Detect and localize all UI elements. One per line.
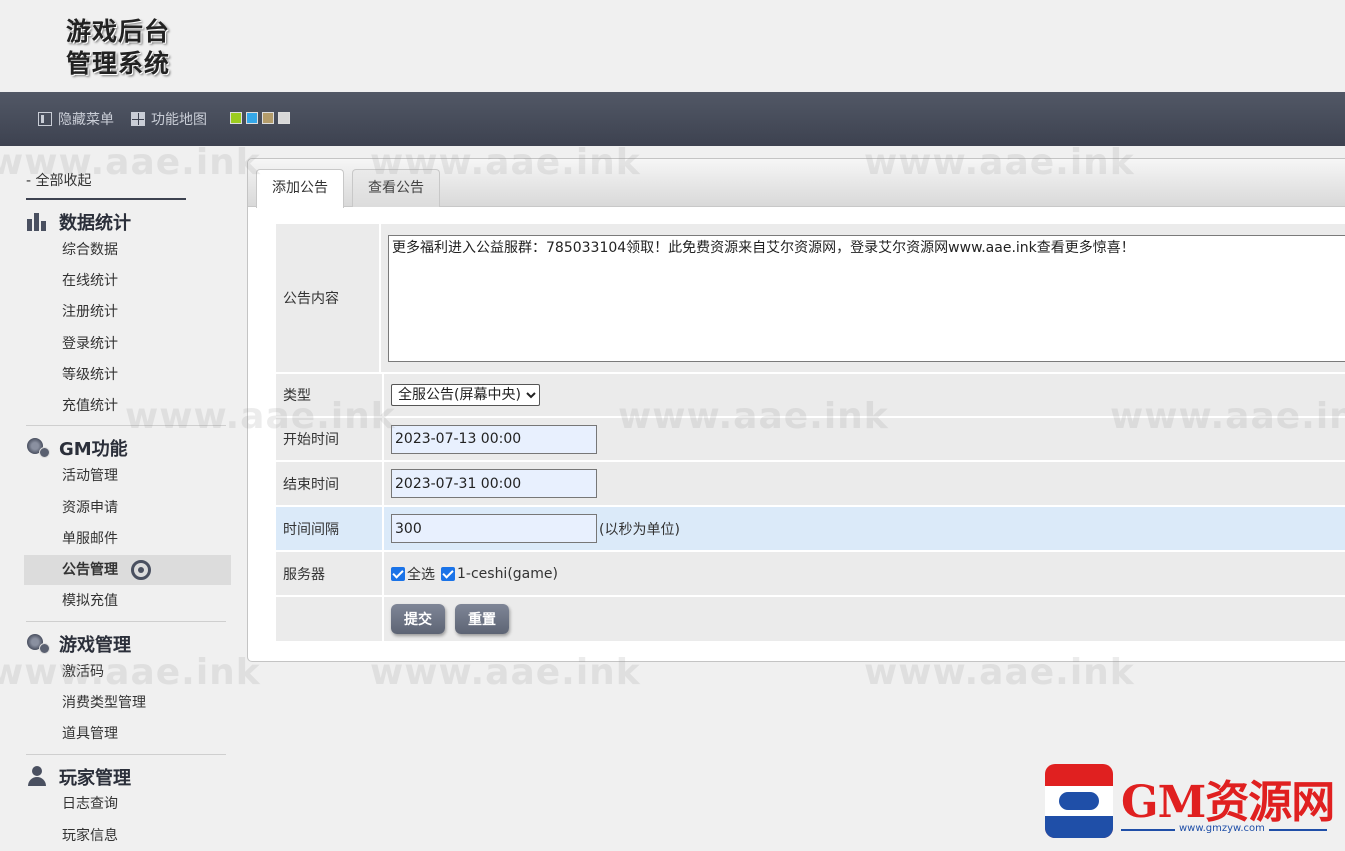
- sidebar-item-online-stats[interactable]: 在线统计: [62, 270, 118, 292]
- grid-icon: [131, 112, 145, 126]
- function-map-label: 功能地图: [151, 112, 207, 128]
- start-time-label: 开始时间: [276, 418, 382, 460]
- interval-label: 时间间隔: [276, 507, 382, 550]
- sidebar-item-mock-recharge[interactable]: 模拟充值: [62, 590, 118, 612]
- divider: [26, 198, 186, 200]
- brand-name: GM资源网: [1121, 777, 1335, 828]
- sidebar-item-overview[interactable]: 综合数据: [62, 239, 118, 261]
- actions-label-cell: [276, 597, 382, 641]
- server-label: 服务器: [276, 552, 382, 595]
- type-select[interactable]: 全服公告(屏幕中央): [391, 384, 540, 406]
- content-textarea[interactable]: 更多福利进入公益服群：785033104领取！此免费资源来自艾尔资源网，登录艾尔…: [388, 234, 1345, 362]
- group-title-label: 数据统计: [59, 213, 131, 234]
- sidebar-item-level-stats[interactable]: 等级统计: [62, 364, 118, 386]
- sidebar-item-player-info[interactable]: 玩家信息: [62, 825, 118, 847]
- bar-chart-icon: [26, 211, 50, 233]
- sidebar-item-server-mail[interactable]: 单服邮件: [62, 528, 118, 550]
- sidebar-item-announcement[interactable]: 公告管理: [24, 555, 231, 585]
- interval-hint: (以秒为单位): [599, 521, 680, 538]
- row-interval: 时间间隔 (以秒为单位): [276, 507, 1345, 550]
- end-time-input[interactable]: [391, 469, 597, 498]
- sidebar-item-activity[interactable]: 活动管理: [62, 465, 118, 487]
- collapse-all-link[interactable]: - 全部收起: [26, 170, 92, 190]
- sidebar-toggle-icon: [38, 112, 52, 126]
- active-indicator-icon: [130, 560, 151, 580]
- gear-icon: [26, 633, 50, 655]
- logo-line-1: 游戏后台: [66, 17, 171, 46]
- sidebar: - 全部收起 数据统计 综合数据 在线统计 注册统计 登录统计 等级统计 充值统…: [0, 146, 240, 851]
- group-gm-functions[interactable]: GM功能: [26, 436, 128, 460]
- sidebar-item-login-stats[interactable]: 登录统计: [62, 333, 118, 355]
- server-checkbox[interactable]: [441, 566, 455, 581]
- sidebar-item-register-stats[interactable]: 注册统计: [62, 301, 118, 323]
- group-title-label: GM功能: [59, 439, 128, 460]
- hide-menu-label: 隐藏菜单: [58, 112, 114, 128]
- tab-add-announcement[interactable]: 添加公告: [256, 169, 344, 208]
- user-icon: [26, 766, 50, 788]
- group-data-statistics[interactable]: 数据统计: [26, 210, 131, 234]
- hide-menu-button[interactable]: 隐藏菜单: [38, 109, 114, 129]
- server-option-label: 1-ceshi(game): [457, 565, 558, 582]
- divider: [26, 754, 226, 755]
- end-time-cell: [384, 462, 1345, 505]
- start-time-input[interactable]: [391, 424, 597, 454]
- group-title-label: 游戏管理: [59, 635, 131, 656]
- main-panel: 添加公告 查看公告 公告内容 更多福利进入公益服群：785033104领取！此免…: [247, 158, 1345, 662]
- skin-switcher: [230, 112, 290, 124]
- submit-button[interactable]: 提交: [391, 604, 445, 634]
- brand-badge-icon: [1045, 764, 1113, 838]
- sidebar-item-resource-request[interactable]: 资源申请: [62, 497, 118, 519]
- tab-view-announcement[interactable]: 查看公告: [352, 169, 440, 207]
- row-actions: 提交 重置: [276, 597, 1345, 641]
- sidebar-item-log-query[interactable]: 日志查询: [62, 793, 118, 815]
- group-title-label: 玩家管理: [59, 768, 131, 789]
- select-all-label: 全选: [407, 566, 435, 583]
- skin-green[interactable]: [230, 112, 242, 124]
- type-cell: 全服公告(屏幕中央): [384, 374, 1345, 416]
- gear-icon: [26, 437, 50, 459]
- sidebar-item-activation-code[interactable]: 激活码: [62, 661, 104, 683]
- row-content: 公告内容 更多福利进入公益服群：785033104领取！此免费资源来自艾尔资源网…: [276, 224, 1345, 372]
- skin-brown[interactable]: [262, 112, 274, 124]
- sidebar-item-recharge-stats[interactable]: 充值统计: [62, 395, 118, 417]
- skin-blue[interactable]: [246, 112, 258, 124]
- tab-bar: 添加公告 查看公告: [248, 159, 1345, 208]
- logo-line-2: 管理系统: [66, 49, 171, 78]
- type-label: 类型: [276, 374, 382, 416]
- divider: [26, 425, 226, 426]
- reset-button[interactable]: 重置: [455, 604, 509, 634]
- row-type: 类型 全服公告(屏幕中央): [276, 374, 1345, 416]
- content-cell: 更多福利进入公益服群：785033104领取！此免费资源来自艾尔资源网，登录艾尔…: [381, 224, 1345, 372]
- top-toolbar: 隐藏菜单 功能地图: [0, 92, 1345, 146]
- sidebar-item-items[interactable]: 道具管理: [62, 723, 118, 745]
- actions-cell: 提交 重置: [384, 597, 1345, 641]
- skin-gray[interactable]: [278, 112, 290, 124]
- interval-cell: (以秒为单位): [384, 507, 1345, 550]
- start-time-cell: [384, 418, 1345, 460]
- group-game-management[interactable]: 游戏管理: [26, 632, 131, 656]
- row-start-time: 开始时间: [276, 418, 1345, 460]
- sidebar-item-label: 公告管理: [62, 562, 118, 578]
- group-player-management[interactable]: 玩家管理: [26, 765, 131, 789]
- row-end-time: 结束时间: [276, 462, 1345, 505]
- system-logo: 游戏后台 管理系统: [66, 16, 196, 86]
- divider: [26, 621, 226, 622]
- end-time-label: 结束时间: [276, 462, 382, 505]
- row-server: 服务器 全选 1-ceshi(game): [276, 552, 1345, 595]
- function-map-button[interactable]: 功能地图: [131, 109, 207, 129]
- brand-url: www.gmzyw.com: [1175, 823, 1269, 834]
- server-cell: 全选 1-ceshi(game): [384, 552, 1345, 595]
- content-label: 公告内容: [276, 224, 379, 372]
- header: 游戏后台 管理系统: [0, 0, 1345, 92]
- interval-input[interactable]: [391, 514, 597, 543]
- sidebar-item-consume-type[interactable]: 消费类型管理: [62, 692, 146, 714]
- select-all-checkbox[interactable]: [391, 566, 405, 581]
- brand-logo: GM资源网 www.gmzyw.com: [1045, 764, 1335, 840]
